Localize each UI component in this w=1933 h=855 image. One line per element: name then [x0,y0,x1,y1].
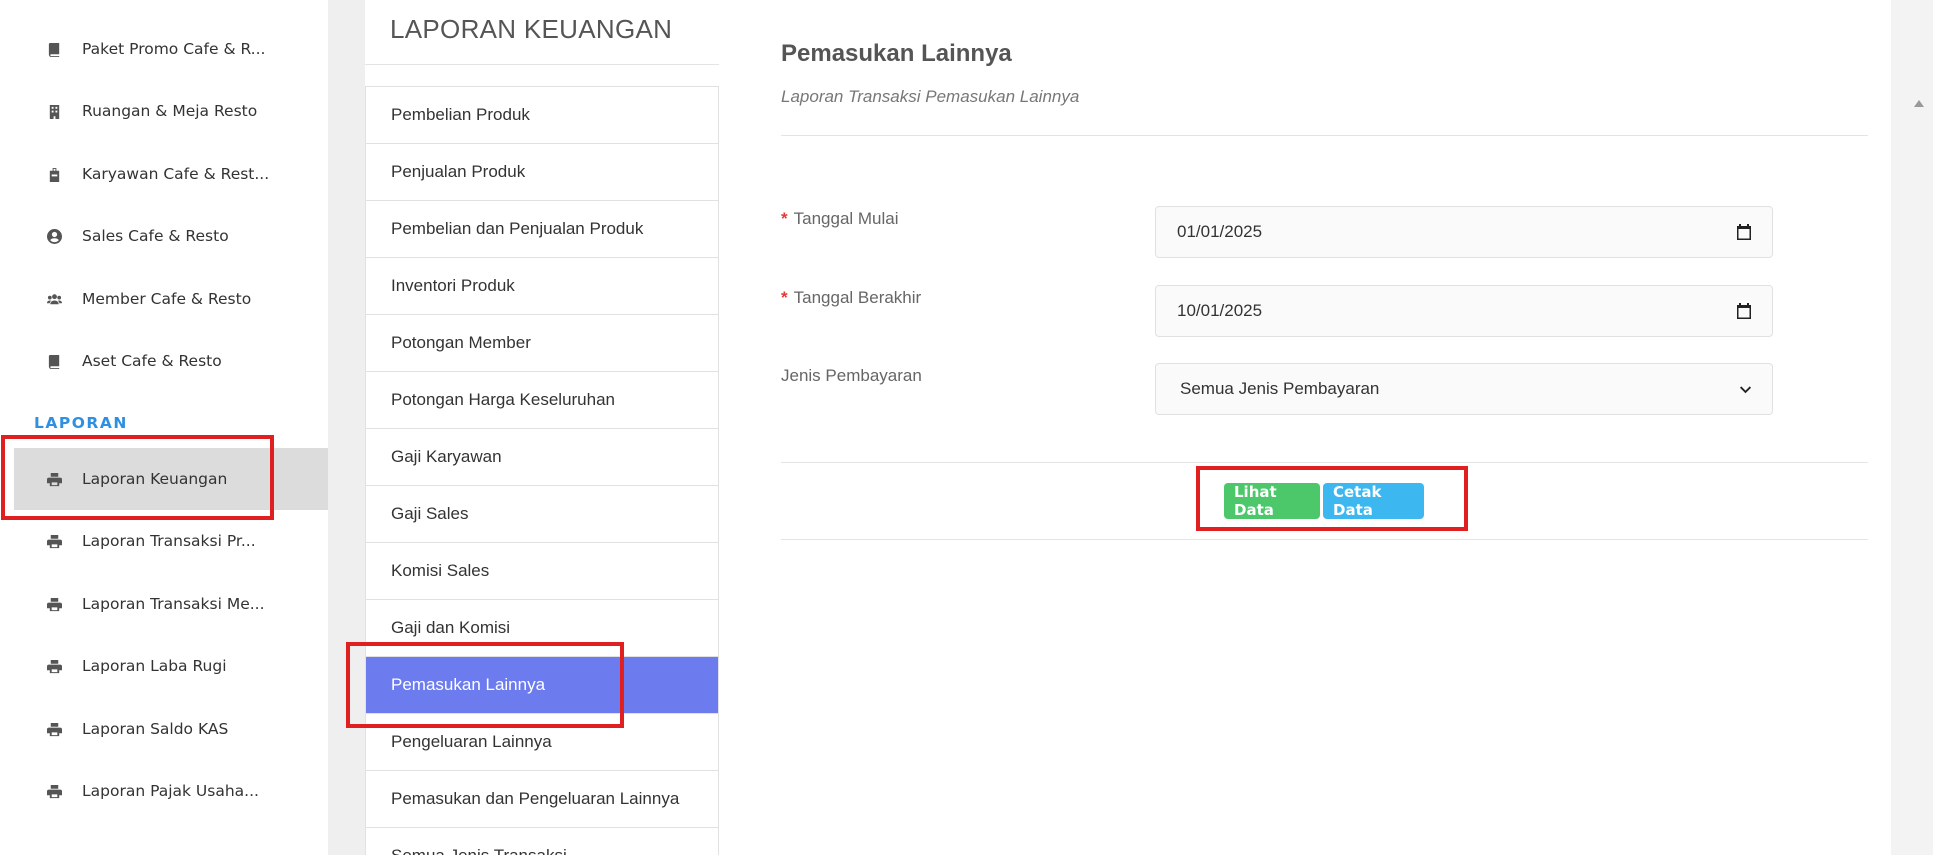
report-menu: Pembelian Produk Penjualan Produk Pembel… [365,86,719,855]
printer-icon [46,471,62,487]
sidebar-item-laporan-transaksi-pr[interactable]: Laporan Transaksi Pr... [14,510,328,572]
divider [781,135,1868,136]
scroll-up-arrow-icon[interactable] [1914,100,1924,107]
report-menu-item[interactable]: Semua Jenis Transaksi [366,828,718,855]
report-menu-item-active[interactable]: Pemasukan Lainnya [366,657,718,714]
sidebar-item-laporan-keuangan[interactable]: Laporan Keuangan [14,448,328,510]
sidebar-item-label: Sales Cafe & Resto [82,227,229,245]
divider [781,462,1868,463]
sidebar-section-heading: LAPORAN [34,414,128,432]
required-mark: * [781,288,788,307]
end-date-value: 10/01/2025 [1177,301,1263,320]
sidebar-item-laporan-laba-rugi[interactable]: Laporan Laba Rugi [14,635,328,697]
report-menu-item[interactable]: Penjualan Produk [366,144,718,201]
printer-icon [46,783,62,799]
form-subtitle: Laporan Transaksi Pemasukan Lainnya [781,87,1080,106]
sidebar-item-ruangan-meja[interactable]: Ruangan & Meja Resto [14,80,328,142]
page-right-margin [1891,0,1933,855]
payment-type-label: Jenis Pembayaran [781,366,922,385]
sidebar-item-member[interactable]: Member Cafe & Resto [14,268,328,330]
printer-icon [46,533,62,549]
end-date-label: * Tanggal Berakhir [781,288,921,308]
start-date-label-text: Tanggal Mulai [793,209,899,228]
sidebar-item-label: Laporan Laba Rugi [82,657,227,675]
required-mark: * [781,209,788,228]
printer-icon [46,658,62,674]
book-icon [46,41,62,57]
form-title: Pemasukan Lainnya [781,40,1012,67]
sidebar-item-laporan-pajak-usaha[interactable]: Laporan Pajak Usaha... [14,760,328,822]
sidebar-item-label: Aset Cafe & Resto [82,352,222,370]
report-card: LAPORAN KEUANGAN Pembelian Produk Penjua… [365,0,1891,855]
printer-icon [46,721,62,737]
report-menu-item[interactable]: Pengeluaran Lainnya [366,714,718,771]
report-menu-item[interactable]: Potongan Member [366,315,718,372]
printer-icon [46,596,62,612]
building-icon [46,103,62,119]
payment-type-value: Semua Jenis Pembayaran [1180,379,1380,398]
report-menu-item[interactable]: Pemasukan dan Pengeluaran Lainnya [366,771,718,828]
sidebar-item-laporan-saldo-kas[interactable]: Laporan Saldo KAS [14,698,328,760]
briefcase-icon [46,166,62,182]
start-date-label: * Tanggal Mulai [781,209,899,229]
start-date-input[interactable]: 01/01/2025 [1155,206,1773,258]
calendar-icon[interactable] [1736,303,1752,319]
sidebar-item-karyawan[interactable]: Karyawan Cafe & Rest... [14,143,328,205]
chevron-down-icon [1739,385,1752,393]
end-date-label-text: Tanggal Berakhir [793,288,922,307]
sidebar-item-label: Laporan Transaksi Me... [82,595,265,613]
user-circle-icon [46,228,62,244]
book-icon [46,353,62,369]
report-menu-item[interactable]: Gaji Sales [366,486,718,543]
report-menu-item[interactable]: Inventori Produk [366,258,718,315]
report-menu-item[interactable]: Pembelian dan Penjualan Produk [366,201,718,258]
report-menu-item[interactable]: Komisi Sales [366,543,718,600]
end-date-input[interactable]: 10/01/2025 [1155,285,1773,337]
sidebar-item-label: Karyawan Cafe & Rest... [82,165,270,183]
sidebar-item-paket-promo[interactable]: Paket Promo Cafe & R... [14,18,328,80]
sidebar-item-label: Laporan Saldo KAS [82,720,229,738]
sidebar-item-label: Ruangan & Meja Resto [82,102,258,120]
users-icon [46,291,62,307]
divider [365,64,719,65]
page-title: LAPORAN KEUANGAN [390,14,673,44]
report-menu-item[interactable]: Potongan Harga Keseluruhan [366,372,718,429]
print-data-button[interactable]: Cetak Data [1323,483,1424,519]
sidebar-item-sales[interactable]: Sales Cafe & Resto [14,205,328,267]
sidebar-item-aset[interactable]: Aset Cafe & Resto [14,330,328,392]
sidebar-item-label: Laporan Keuangan [82,470,228,488]
page-gutter [328,0,365,855]
payment-type-select[interactable]: Semua Jenis Pembayaran [1155,363,1773,415]
sidebar-item-label: Laporan Pajak Usaha... [82,782,259,800]
sidebar-item-label: Paket Promo Cafe & R... [82,40,266,58]
start-date-value: 01/01/2025 [1177,222,1263,241]
divider [781,539,1868,540]
view-data-button[interactable]: Lihat Data [1224,483,1320,519]
report-menu-item[interactable]: Gaji dan Komisi [366,600,718,657]
sidebar-item-laporan-transaksi-me[interactable]: Laporan Transaksi Me... [14,573,328,635]
sidebar: Paket Promo Cafe & R... Ruangan & Meja R… [0,0,328,855]
report-menu-item[interactable]: Gaji Karyawan [366,429,718,486]
calendar-icon[interactable] [1736,224,1752,240]
sidebar-item-label: Laporan Transaksi Pr... [82,532,256,550]
report-menu-item[interactable]: Pembelian Produk [366,87,718,144]
sidebar-item-label: Member Cafe & Resto [82,290,252,308]
